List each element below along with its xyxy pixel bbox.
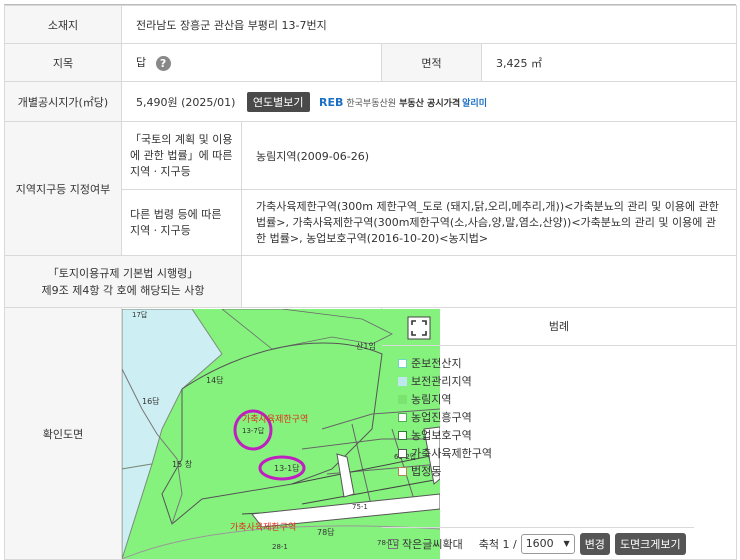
zone-sub2-label: 다른 법령 등에 따른 지역ㆍ지구등	[121, 189, 242, 256]
legend-item: 준보전산지	[398, 354, 736, 372]
regulation-label-line2: 제9조 제4항 각 호에 해당되는 사항	[41, 283, 205, 297]
reb-provider-name: 한국부동산원	[346, 99, 397, 109]
map-label-78: 78답	[317, 527, 335, 537]
zone-sub2-value: 가축사육제한구역(300m 제한구역_도로 (돼지,닭,오리,메추리,개))<가…	[241, 189, 737, 256]
official-price-label: 개별공시지가(㎡당)	[4, 81, 122, 122]
map-label-28-1: 28-1	[272, 543, 288, 551]
land-category-value: 답	[136, 56, 147, 70]
legend-swatch	[398, 430, 407, 440]
scale-select[interactable]: 1600 ▼	[520, 533, 575, 554]
land-info-table: 소재지 전라남도 장흥군 관산읍 부평리 13-7번지 지목 답 ? 면적 3,…	[4, 5, 737, 560]
legend-cell: 범례 준보전산지보전관리지역농림지역농업진흥구역농업보호구역가축사육제한구역법정…	[381, 307, 737, 560]
yearly-view-button[interactable]: 연도별보기	[246, 91, 310, 112]
legend-label: 준보전산지	[411, 357, 462, 370]
legend-swatch	[398, 412, 407, 422]
legend-title: 범례	[382, 308, 736, 346]
map-label-13-1: 13-1답	[274, 463, 300, 473]
area-label: 면적	[381, 43, 482, 82]
zone-label-2: 가축사육제한구역	[230, 522, 296, 533]
reb-service-highlight: 알리미	[462, 99, 487, 109]
question-icon[interactable]: ?	[155, 55, 171, 71]
regulation-label: 「토지이용규제 기본법 시행령」 제9조 제4항 각 호에 해당되는 사항	[4, 255, 242, 308]
legend-item: 농업진흥구역	[398, 408, 736, 426]
official-price-cell: 5,490원 (2025/01) 연도별보기 REB 한국부동산원 부동산 공시…	[121, 81, 737, 122]
legend-label: 농림지역	[411, 393, 452, 406]
zone-sub1-value: 농림지역(2009-06-26)	[241, 121, 737, 190]
location-value: 전라남도 장흥군 관산읍 부평리 13-7번지	[121, 5, 737, 44]
legend-swatch	[398, 466, 407, 476]
map-cell: 17답 산1임 14답 16답 15 창 13-1답 13-7답 69-2답 7…	[121, 307, 440, 560]
map-label-15: 15 창	[172, 460, 193, 469]
enlarge-map-button[interactable]: 도면크게보기	[614, 532, 686, 555]
legend-label: 가축사육제한구역	[411, 447, 492, 460]
scale-label: 축척 1 /	[478, 537, 517, 551]
legend-swatch	[398, 448, 407, 458]
land-category-label: 지목	[4, 43, 122, 82]
location-label: 소재지	[4, 5, 122, 44]
zone-label: 지역지구등 지정여부	[4, 121, 122, 256]
map-label-san1: 산1임	[356, 341, 376, 351]
legend-list: 준보전산지보전관리지역농림지역농업진흥구역농업보호구역가축사육제한구역법정동	[382, 346, 736, 480]
legend-item: 농업보호구역	[398, 426, 736, 444]
legend-item: 법정동	[398, 462, 736, 480]
legend-label: 보전관리지역	[411, 375, 472, 388]
area-value: 3,425 ㎡	[481, 43, 737, 82]
map-label-17: 17답	[132, 310, 148, 319]
map-label-13-7: 13-7답	[242, 426, 265, 435]
map-controls: 작은글씨확대 축척 1 / 1600 ▼ 변경 도면크게보기	[382, 527, 694, 559]
regulation-label-line1: 「토지이용규제 기본법 시행령」	[47, 266, 199, 280]
legend-swatch	[398, 358, 407, 368]
reb-link[interactable]: REB 한국부동산원 부동산 공시가격 알리미	[319, 96, 487, 109]
legend-label: 농업보호구역	[411, 429, 472, 442]
official-price-value: 5,490원 (2025/01)	[136, 95, 236, 109]
legend-item: 보전관리지역	[398, 372, 736, 390]
legend-item: 가축사육제한구역	[398, 444, 736, 462]
reb-logo-icon: REB	[319, 96, 344, 109]
land-info-panel: 소재지 전라남도 장흥군 관산읍 부평리 13-7번지 지목 답 ? 면적 3,…	[4, 4, 737, 560]
map-label-75-1: 75-1	[352, 503, 368, 511]
chevron-down-icon: ▼	[563, 539, 570, 548]
map-check-label: 확인도면	[4, 307, 122, 560]
land-category-cell: 답 ?	[121, 43, 382, 82]
scale-change-button[interactable]: 변경	[579, 532, 610, 555]
map-label-16: 16답	[142, 396, 160, 406]
scale-value: 1600	[525, 537, 554, 550]
regulation-value	[241, 255, 737, 308]
legend-label: 법정동	[411, 465, 442, 478]
zone-label-1: 가축사육제한구역	[242, 414, 308, 425]
zone-sub1-label: 「국토의 계획 및 이용에 관한 법률」에 따른 지역ㆍ지구등	[121, 121, 242, 190]
small-text-checkbox[interactable]	[388, 538, 398, 549]
small-text-label: 작은글씨확대	[402, 537, 463, 551]
legend-label: 농업진흥구역	[411, 411, 472, 424]
legend-item: 농림지역	[398, 390, 736, 408]
legend-swatch	[398, 376, 407, 386]
reb-service-name: 부동산 공시가격	[399, 99, 461, 109]
map-label-14: 14답	[206, 375, 224, 385]
legend-swatch	[398, 394, 407, 404]
